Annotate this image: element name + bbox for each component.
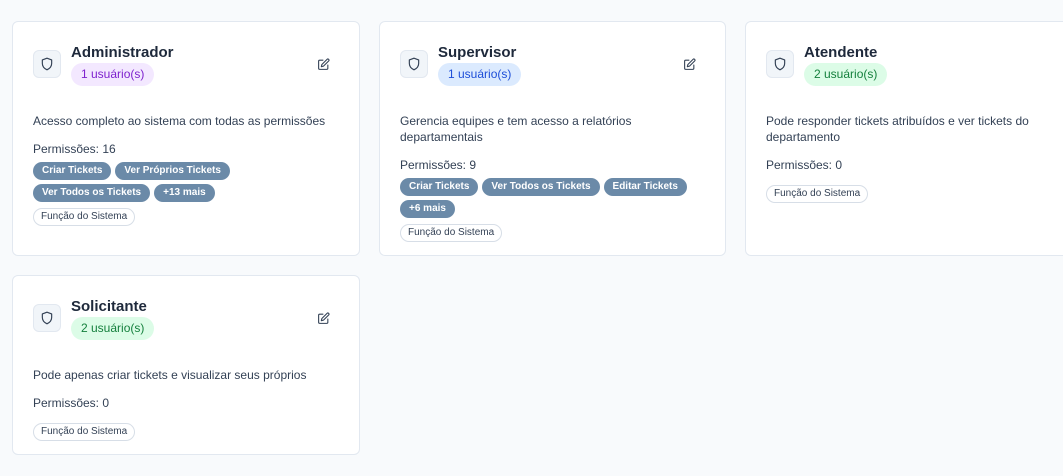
system-role-badge: Função do Sistema [400,224,503,242]
card-header: Solicitante 2 usuário(s) [33,276,339,364]
role-title: Administrador [71,44,174,61]
permissions-count: Permissões: 0 [33,396,110,410]
permission-chip: Ver Todos os Tickets [33,184,151,202]
edit-icon[interactable] [315,310,331,326]
role-description: Pode apenas criar tickets e visualizar s… [33,368,307,382]
permission-chip: Ver Próprios Tickets [115,162,230,180]
role-description: Acesso completo ao sistema com todas as … [33,114,326,128]
edit-icon[interactable] [315,56,331,72]
role-description: Pode responder tickets atribuídos e ver … [766,114,1029,144]
shield-icon [33,304,61,332]
more-permissions-chip: +13 mais [154,184,215,202]
permission-chip: Ver Todos os Tickets [482,178,600,196]
shield-icon [400,50,428,78]
shield-icon [33,50,61,78]
role-card-atendente: Atendente 2 usuário(s) Pode responder ti… [745,21,1063,256]
role-title: Solicitante [71,298,147,315]
edit-icon[interactable] [681,56,697,72]
role-card-supervisor: Supervisor 1 usuário(s) Gerencia equipes… [379,21,726,256]
card-header: Supervisor 1 usuário(s) [400,22,705,110]
user-count-badge: 1 usuário(s) [438,63,522,86]
role-title: Atendente [804,44,878,61]
role-description: Gerencia equipes e tem acesso a relatóri… [400,114,632,144]
user-count-badge: 2 usuário(s) [804,63,888,86]
system-role-badge: Função do Sistema [766,185,869,203]
role-card-solicitante: Solicitante 2 usuário(s) Pode apenas cri… [12,275,360,455]
permission-chip: Criar Tickets [400,178,479,196]
card-header: Administrador 1 usuário(s) [33,22,339,110]
role-card-administrador: Administrador 1 usuário(s) Acesso comple… [12,21,360,256]
permission-chip: Editar Tickets [603,178,687,196]
permissions-count: Permissões: 16 [33,142,116,156]
system-role-badge: Função do Sistema [33,208,136,226]
permission-chips: Criar Tickets Ver Todos os Tickets Edita… [400,178,705,218]
permission-chips: Criar Tickets Ver Próprios Tickets Ver T… [33,162,339,202]
permission-chip: Criar Tickets [33,162,112,180]
permissions-count: Permissões: 9 [400,158,477,172]
shield-icon [766,50,794,78]
user-count-badge: 2 usuário(s) [71,317,155,340]
card-header: Atendente 2 usuário(s) [766,22,1054,110]
role-title: Supervisor [438,44,517,61]
more-permissions-chip: +6 mais [400,200,455,218]
user-count-badge: 1 usuário(s) [71,63,155,86]
system-role-badge: Função do Sistema [33,423,136,441]
permissions-count: Permissões: 0 [766,158,843,172]
